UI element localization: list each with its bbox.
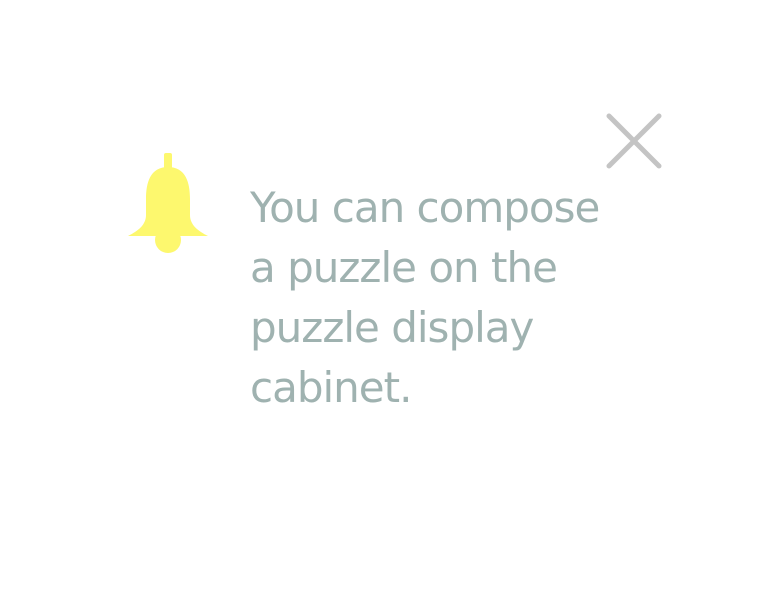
notification-message: You can compose a puzzle on the puzzle d…: [250, 178, 630, 418]
bell-icon: [128, 153, 208, 253]
close-icon[interactable]: [605, 112, 663, 170]
message-line: a puzzle on the: [250, 243, 558, 292]
message-line: cabinet.: [250, 363, 412, 412]
notification-popup: You can compose a puzzle on the puzzle d…: [0, 0, 762, 593]
message-line: puzzle display: [250, 303, 534, 352]
message-line: You can compose: [250, 183, 600, 232]
